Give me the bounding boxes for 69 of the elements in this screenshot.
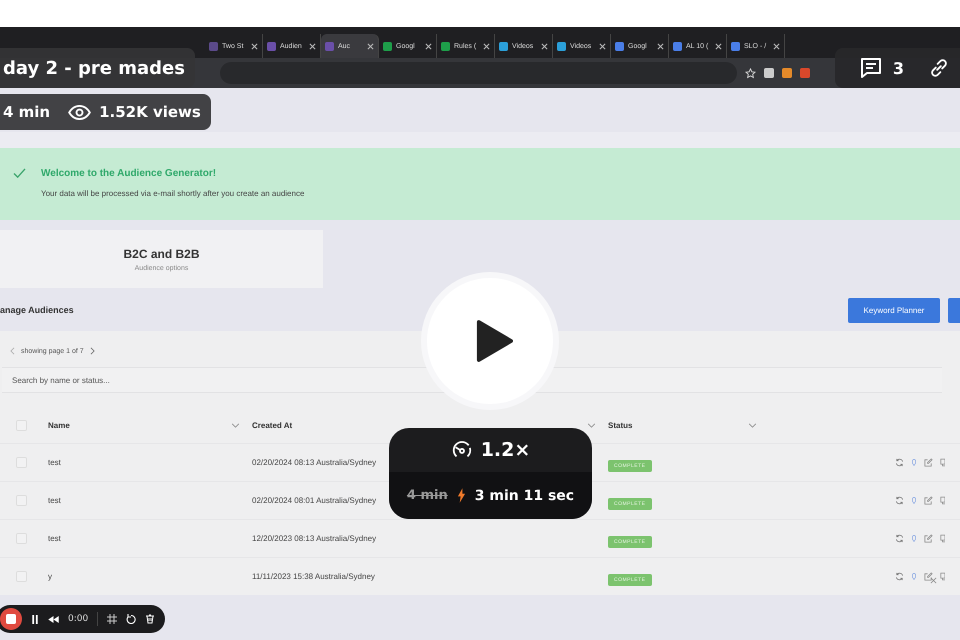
- stop-button[interactable]: [0, 608, 22, 630]
- copy-icon[interactable]: [940, 534, 945, 543]
- column-header[interactable]: Name: [48, 420, 231, 430]
- recording-time: 0:00: [68, 614, 88, 624]
- table-cell-text: y: [48, 572, 53, 581]
- close-icon[interactable]: [599, 42, 606, 50]
- pin-icon[interactable]: [911, 496, 917, 505]
- copy-icon[interactable]: [940, 458, 945, 467]
- chevron-left-icon[interactable]: [10, 347, 15, 355]
- refresh-icon[interactable]: [895, 458, 904, 467]
- lightning-icon: [456, 488, 466, 503]
- duration-label: 4 min: [3, 103, 50, 121]
- close-icon[interactable]: [715, 42, 722, 50]
- keyword-planner-button[interactable]: Keyword Planner: [848, 298, 940, 322]
- pin-icon[interactable]: [911, 572, 917, 581]
- refresh-icon[interactable]: [895, 496, 904, 505]
- banner-title: Welcome to the Audience Generator!: [41, 168, 218, 179]
- card-title: B2C and B2B: [123, 246, 200, 260]
- link-icon[interactable]: [928, 57, 950, 79]
- close-icon[interactable]: [657, 42, 664, 50]
- refresh-icon[interactable]: [895, 534, 904, 543]
- column-header[interactable]: Status: [608, 420, 748, 430]
- close-icon[interactable]: [309, 42, 316, 50]
- close-icon[interactable]: [483, 42, 490, 50]
- close-icon[interactable]: [367, 42, 374, 50]
- grid-icon[interactable]: [107, 614, 118, 624]
- chevron-down-icon[interactable]: [748, 422, 757, 428]
- copy-icon[interactable]: [940, 496, 945, 505]
- play-icon: [475, 319, 513, 363]
- section-title: anage Audiences: [0, 305, 74, 315]
- edit-icon[interactable]: [924, 458, 933, 467]
- table-cell: 02/20/2024 08:01 Australia/Sydney: [252, 496, 376, 505]
- sped-up-duration: 3 min 11 sec: [474, 488, 574, 504]
- edit-icon[interactable]: [924, 534, 933, 543]
- chevron-down-icon[interactable]: [587, 422, 596, 428]
- star-icon[interactable]: [745, 68, 756, 78]
- table-cell: 12/20/2023 08:13 Australia/Sydney: [252, 534, 376, 543]
- table-cell-text: test: [48, 458, 62, 467]
- close-icon[interactable]: [425, 42, 432, 50]
- close-icon[interactable]: [773, 42, 780, 50]
- copy-icon[interactable]: [940, 572, 945, 581]
- views-count: 1.52K views: [99, 103, 201, 121]
- playback-speed: 1.2×: [480, 439, 530, 461]
- chevron-down-icon[interactable]: [231, 422, 240, 428]
- table-cell: 11/11/2023 15:38 Australia/Sydney: [252, 572, 375, 581]
- close-icon[interactable]: [541, 42, 548, 50]
- table-cell: 02/20/2024 08:13 Australia/Sydney: [252, 458, 376, 467]
- trash-icon[interactable]: [145, 614, 156, 624]
- banner-message: Your data will be processed via e-mail shortly after you create an audience: [41, 189, 304, 198]
- chevron-right-icon[interactable]: [90, 347, 95, 355]
- rewind-icon[interactable]: [48, 616, 59, 622]
- pin-icon[interactable]: [911, 534, 917, 543]
- check-icon: [13, 168, 26, 179]
- comment-icon[interactable]: [858, 56, 883, 80]
- undo-icon[interactable]: [126, 614, 136, 624]
- pin-icon[interactable]: [911, 458, 917, 467]
- edit-icon[interactable]: [924, 572, 933, 581]
- table-cell-text: test: [48, 534, 62, 543]
- eye-icon: [68, 104, 92, 120]
- column-header[interactable]: Created At: [252, 420, 292, 430]
- comment-count: 3: [892, 58, 904, 78]
- edit-icon[interactable]: [924, 496, 933, 505]
- refresh-icon[interactable]: [895, 572, 904, 581]
- original-duration: 4 min: [406, 488, 448, 503]
- table-cell-text: test: [48, 496, 62, 505]
- button[interactable]: [948, 298, 960, 322]
- pause-icon[interactable]: [31, 614, 39, 624]
- video-title: day 2 - pre mades: [0, 48, 195, 88]
- close-icon[interactable]: [251, 42, 258, 50]
